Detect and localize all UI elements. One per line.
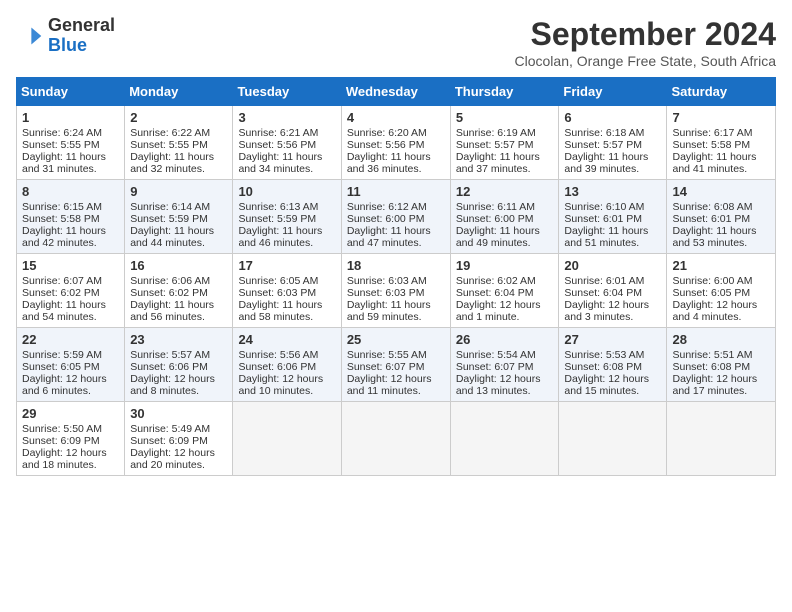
day-18: 18 Sunrise: 6:03 AMSunset: 6:03 PMDaylig… [341, 254, 450, 328]
day-9: 9 Sunrise: 6:14 AMSunset: 5:59 PMDayligh… [125, 180, 233, 254]
day-7: 7 Sunrise: 6:17 AMSunset: 5:58 PMDayligh… [667, 106, 776, 180]
calendar-row-5: 29 Sunrise: 5:50 AMSunset: 6:09 PMDaylig… [17, 402, 776, 476]
day-12: 12 Sunrise: 6:11 AMSunset: 6:00 PMDaylig… [450, 180, 559, 254]
logo-blue-text: Blue [48, 35, 87, 55]
day-3: 3 Sunrise: 6:21 AMSunset: 5:56 PMDayligh… [233, 106, 341, 180]
logo-icon [16, 22, 44, 50]
day-13: 13 Sunrise: 6:10 AMSunset: 6:01 PMDaylig… [559, 180, 667, 254]
col-wednesday: Wednesday [341, 78, 450, 106]
day-17: 17 Sunrise: 6:05 AMSunset: 6:03 PMDaylig… [233, 254, 341, 328]
day-29: 29 Sunrise: 5:50 AMSunset: 6:09 PMDaylig… [17, 402, 125, 476]
calendar-header-row: Sunday Monday Tuesday Wednesday Thursday… [17, 78, 776, 106]
empty-cell-3 [450, 402, 559, 476]
empty-cell-5 [667, 402, 776, 476]
day-24: 24 Sunrise: 5:56 AMSunset: 6:06 PMDaylig… [233, 328, 341, 402]
day-5: 5 Sunrise: 6:19 AMSunset: 5:57 PMDayligh… [450, 106, 559, 180]
col-sunday: Sunday [17, 78, 125, 106]
day-6: 6 Sunrise: 6:18 AMSunset: 5:57 PMDayligh… [559, 106, 667, 180]
day-16: 16 Sunrise: 6:06 AMSunset: 6:02 PMDaylig… [125, 254, 233, 328]
calendar-row-4: 22 Sunrise: 5:59 AMSunset: 6:05 PMDaylig… [17, 328, 776, 402]
col-friday: Friday [559, 78, 667, 106]
day-15: 15 Sunrise: 6:07 AMSunset: 6:02 PMDaylig… [17, 254, 125, 328]
month-title: September 2024 [515, 16, 776, 53]
day-22: 22 Sunrise: 5:59 AMSunset: 6:05 PMDaylig… [17, 328, 125, 402]
day-11: 11 Sunrise: 6:12 AMSunset: 6:00 PMDaylig… [341, 180, 450, 254]
day-28: 28 Sunrise: 5:51 AMSunset: 6:08 PMDaylig… [667, 328, 776, 402]
logo: General Blue [16, 16, 115, 56]
day-26: 26 Sunrise: 5:54 AMSunset: 6:07 PMDaylig… [450, 328, 559, 402]
title-block: September 2024 Clocolan, Orange Free Sta… [515, 16, 776, 69]
logo-general-text: General [48, 15, 115, 35]
day-2: 2 Sunrise: 6:22 AMSunset: 5:55 PMDayligh… [125, 106, 233, 180]
day-20: 20 Sunrise: 6:01 AMSunset: 6:04 PMDaylig… [559, 254, 667, 328]
empty-cell-2 [341, 402, 450, 476]
col-tuesday: Tuesday [233, 78, 341, 106]
col-thursday: Thursday [450, 78, 559, 106]
calendar-row-1: 1 Sunrise: 6:24 AMSunset: 5:55 PMDayligh… [17, 106, 776, 180]
day-1: 1 Sunrise: 6:24 AMSunset: 5:55 PMDayligh… [17, 106, 125, 180]
col-monday: Monday [125, 78, 233, 106]
day-23: 23 Sunrise: 5:57 AMSunset: 6:06 PMDaylig… [125, 328, 233, 402]
day-27: 27 Sunrise: 5:53 AMSunset: 6:08 PMDaylig… [559, 328, 667, 402]
calendar-row-3: 15 Sunrise: 6:07 AMSunset: 6:02 PMDaylig… [17, 254, 776, 328]
day-21: 21 Sunrise: 6:00 AMSunset: 6:05 PMDaylig… [667, 254, 776, 328]
calendar-row-2: 8 Sunrise: 6:15 AMSunset: 5:58 PMDayligh… [17, 180, 776, 254]
location: Clocolan, Orange Free State, South Afric… [515, 53, 776, 69]
col-saturday: Saturday [667, 78, 776, 106]
day-14: 14 Sunrise: 6:08 AMSunset: 6:01 PMDaylig… [667, 180, 776, 254]
day-25: 25 Sunrise: 5:55 AMSunset: 6:07 PMDaylig… [341, 328, 450, 402]
calendar-table: Sunday Monday Tuesday Wednesday Thursday… [16, 77, 776, 476]
day-8: 8 Sunrise: 6:15 AMSunset: 5:58 PMDayligh… [17, 180, 125, 254]
day-4: 4 Sunrise: 6:20 AMSunset: 5:56 PMDayligh… [341, 106, 450, 180]
empty-cell-1 [233, 402, 341, 476]
page-header: General Blue September 2024 Clocolan, Or… [16, 16, 776, 69]
day-19: 19 Sunrise: 6:02 AMSunset: 6:04 PMDaylig… [450, 254, 559, 328]
day-10: 10 Sunrise: 6:13 AMSunset: 5:59 PMDaylig… [233, 180, 341, 254]
day-30: 30 Sunrise: 5:49 AMSunset: 6:09 PMDaylig… [125, 402, 233, 476]
empty-cell-4 [559, 402, 667, 476]
